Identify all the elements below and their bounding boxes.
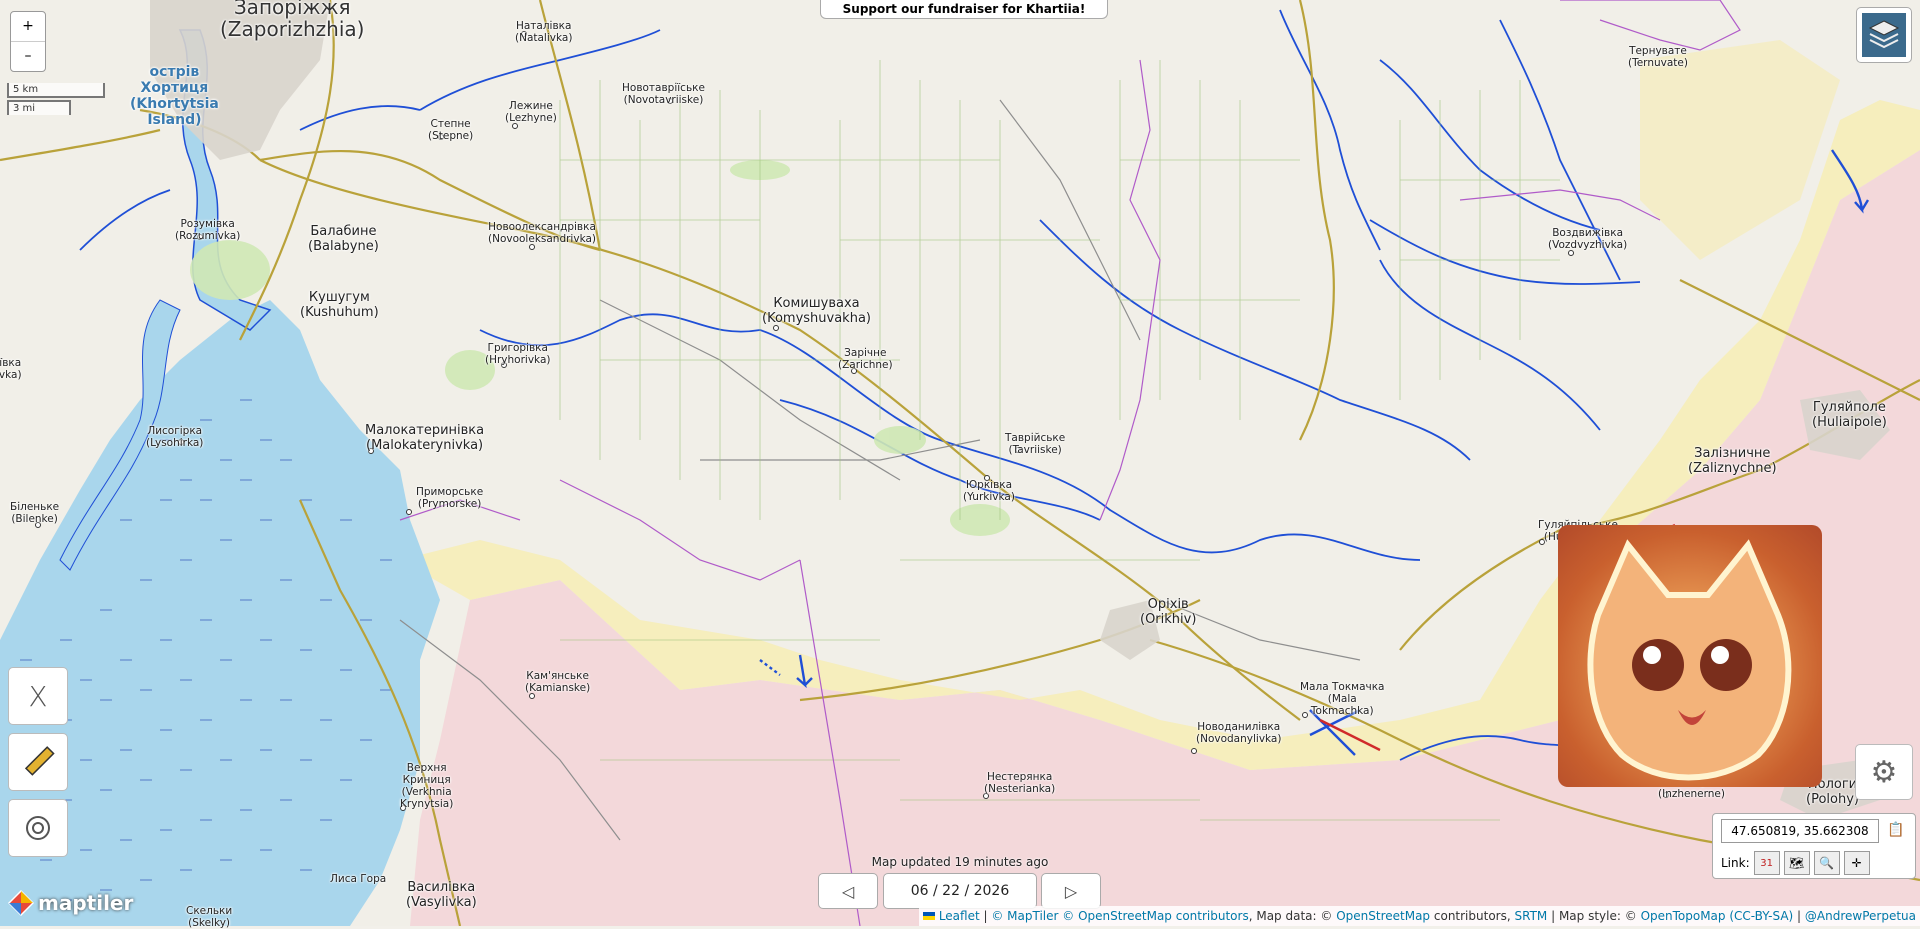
ruler-button[interactable] — [8, 733, 68, 791]
ruler-icon — [24, 746, 55, 776]
place-label: Оріхів (Orikhiv) — [1140, 597, 1197, 627]
place-label: Малокатеринівка (Malokaterynivka) — [365, 423, 485, 453]
place-label: Таврійське (Tavriiske) — [1005, 432, 1066, 456]
place-label: Новоолександрівка (Novooleksandrivka) — [488, 221, 596, 245]
place-label: Василівка (Vasylivka) — [406, 880, 477, 910]
scale-km: 5 km — [7, 83, 105, 98]
x-share-button[interactable]: X — [8, 667, 68, 725]
place-label: Тернувате (Ternuvate) — [1628, 45, 1688, 69]
srtm-link[interactable]: SRTM — [1515, 909, 1548, 923]
link-row: Link: 31 🗺 🔍 ✛ — [1721, 851, 1870, 875]
place-label: Біленьке (Bilenke) — [10, 501, 60, 525]
prev-date-button[interactable]: ◁ — [818, 873, 878, 909]
link-label: Link: — [1721, 856, 1750, 870]
maptiler-logo-text: maptiler — [38, 891, 134, 915]
place-label: Залізничне (Zaliznychne) — [1688, 446, 1777, 476]
date-picker[interactable]: 06 / 22 / 2026 — [883, 873, 1037, 909]
map-updated-text: Map updated 19 minutes ago — [871, 855, 1049, 869]
place-label: Зарічне (Zarichne) — [838, 347, 893, 371]
place-label: Григорівка (Hryhorivka) — [485, 342, 551, 366]
map-icon[interactable]: 🗺 — [1783, 851, 1810, 875]
attribution-bar: Leaflet | © MapTiler © OpenStreetMap con… — [918, 906, 1920, 926]
place-label: Мала Токмачка (Mala Tokmachka) — [1300, 681, 1385, 717]
place-label: Степне (Stepne) — [428, 118, 474, 142]
crosshair-icon[interactable]: ✛ — [1843, 851, 1870, 875]
chevron-left-icon: ◁ — [841, 881, 855, 901]
coordinates-field[interactable]: 47.650819, 35.662308 — [1721, 819, 1879, 843]
place-label: Скельки (Skelky) — [186, 905, 233, 929]
target-icon — [26, 816, 50, 840]
place-label: Воздвижівка (Vozdvyzhivka) — [1548, 227, 1628, 251]
place-label: Лиса Гора — [330, 873, 387, 885]
settings-button[interactable]: ⚙ — [1855, 744, 1913, 800]
style-text: | Map style: © — [1551, 909, 1637, 923]
place-label: Запоріжжя (Zaporizhzhia) — [220, 0, 365, 41]
place-label: Балабине (Balabyne) — [308, 224, 379, 254]
author-link[interactable]: @AndrewPerpetua — [1805, 909, 1916, 923]
coordinates-panel: 47.650819, 35.662308 📋 Link: 31 🗺 🔍 ✛ — [1712, 813, 1916, 879]
place-label: Гуляйполе (Huliaipole) — [1812, 400, 1887, 430]
place-label: Приморське (Prymorske) — [416, 486, 484, 510]
cat-avatar-image — [1558, 525, 1822, 787]
place-label: Кушугум (Kushuhum) — [300, 290, 379, 320]
search-icon[interactable]: 🔍 — [1813, 851, 1840, 875]
place-label: Лисогірка (Lysohirka) — [146, 425, 204, 449]
fundraiser-banner[interactable]: Support our fundraiser for Khartiia! — [820, 0, 1108, 19]
place-label: Новоданилівка (Novodanylivka) — [1196, 721, 1282, 745]
next-date-button[interactable]: ▷ — [1041, 873, 1101, 909]
layers-icon — [1862, 13, 1906, 57]
place-label: Нестерянка (Nesterianka) — [984, 771, 1056, 795]
place-label: Розумівка (Rozumivka) — [175, 218, 241, 242]
x-logo-icon: X — [28, 679, 48, 713]
contributors-text: contributors, — [1433, 909, 1511, 923]
zoom-control: + – — [10, 11, 46, 72]
scale-mi: 3 mi — [7, 100, 71, 115]
zoom-in-button[interactable]: + — [11, 12, 45, 41]
opentopomap-link[interactable]: OpenTopoMap (CC-BY-SA) — [1641, 909, 1794, 923]
chevron-right-icon: ▷ — [1064, 881, 1078, 901]
location-button[interactable] — [8, 799, 68, 857]
clipboard-icon[interactable]: 📋 — [1885, 819, 1907, 841]
calendar-icon[interactable]: 31 — [1753, 851, 1780, 875]
place-label: Наталівка (Natalivka) — [515, 20, 573, 44]
zoom-out-button[interactable]: – — [11, 41, 45, 71]
place-label: Верхня Криниця (Verkhnia Krynytsia) — [400, 762, 454, 810]
mapdata-text: , Map data: © — [1248, 909, 1333, 923]
place-label: Новотавріїське (Novotavriiske) — [622, 82, 705, 106]
leaflet-link[interactable]: Leaflet — [939, 909, 980, 923]
place-label: Кам'янське (Kamianske) — [525, 670, 591, 694]
place-label: острів Хортиця (Khortytsia Island) — [130, 64, 219, 128]
maptiler-diamond-icon — [8, 890, 34, 916]
ukraine-flag-icon — [922, 912, 935, 920]
place-label: Комишуваха (Komyshuvakha) — [762, 296, 871, 326]
cat-avatar-icon — [1587, 539, 1792, 781]
gear-icon: ⚙ — [1870, 754, 1898, 790]
layers-button[interactable] — [1856, 7, 1912, 63]
osm-link[interactable]: © OpenStreetMap contributors — [1062, 909, 1248, 923]
maptiler-link[interactable]: © MapTiler — [991, 909, 1058, 923]
osm-link-2[interactable]: OpenStreetMap — [1336, 909, 1430, 923]
place-label: Юрківка (Yurkivka) — [963, 479, 1015, 503]
map-canvas[interactable] — [0, 0, 1920, 926]
place-label: 'ївка ivka) — [0, 357, 22, 381]
maptiler-logo[interactable]: maptiler — [8, 890, 133, 916]
place-label: Лежине (Lezhyne) — [505, 100, 557, 124]
